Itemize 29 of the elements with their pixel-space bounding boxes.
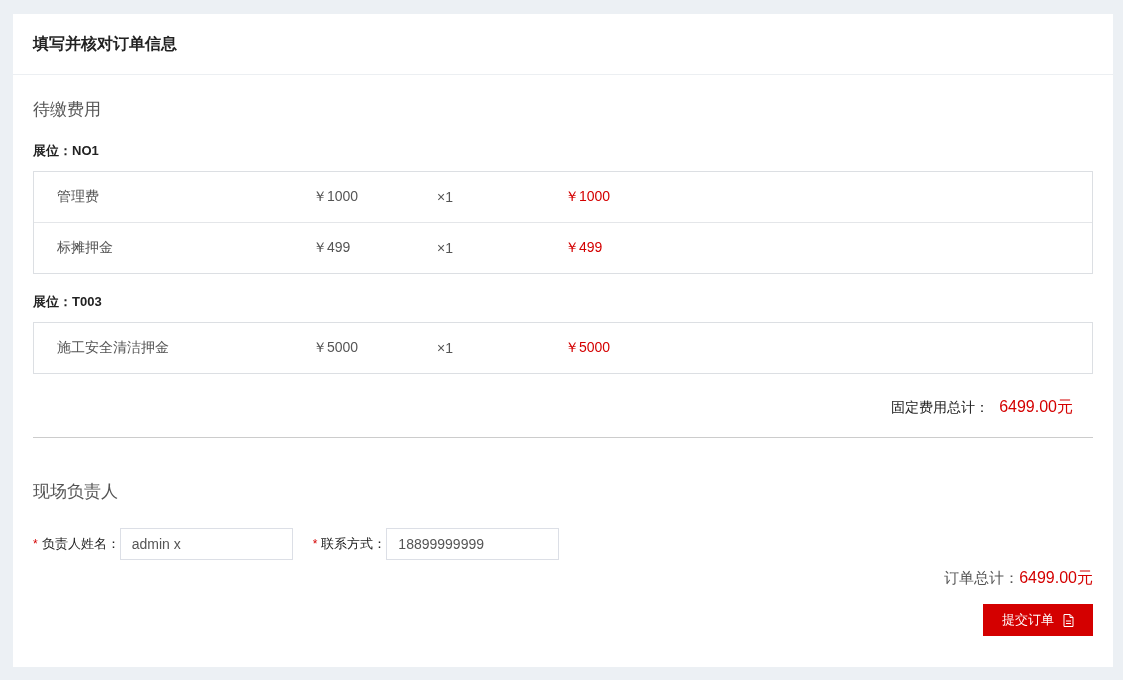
field-label: 联系方式： xyxy=(321,535,387,553)
fee-name: 管理费 xyxy=(57,188,100,206)
fee-price: ￥5000 xyxy=(313,339,360,357)
fee-quantity: ×1 xyxy=(437,189,454,205)
section-title: 现场负责人 xyxy=(33,481,119,503)
total-value: 6499.00元 xyxy=(999,397,1073,417)
required-mark: * xyxy=(312,537,318,551)
fee-name: 施工安全清洁押金 xyxy=(57,339,170,357)
fee-subtotal: ￥5000 xyxy=(565,339,611,357)
page-title: 填写并核对订单信息 xyxy=(33,33,177,54)
booth-label: 展位：T003 xyxy=(33,293,103,311)
order-total-label: 订单总计： xyxy=(944,568,1020,588)
total-label: 固定费用总计： xyxy=(891,398,990,417)
fee-quantity: ×1 xyxy=(437,340,454,356)
input-field[interactable]: admin x xyxy=(119,528,293,560)
section-title: 待缴费用 xyxy=(33,99,102,121)
required-mark: * xyxy=(33,537,38,551)
booth-label: 展位：NO1 xyxy=(33,142,100,160)
fee-price: ￥1000 xyxy=(313,188,360,206)
fee-name: 标摊押金 xyxy=(57,239,114,257)
field-label: 负责人姓名： xyxy=(41,535,120,553)
fee-subtotal: ￥499 xyxy=(565,239,603,257)
submit-button[interactable]: 提交订单 xyxy=(983,604,1093,636)
input-field[interactable]: 18899999999 xyxy=(386,528,560,560)
fee-quantity: ×1 xyxy=(437,240,454,256)
document-icon xyxy=(1063,613,1074,627)
fee-price: ￥499 xyxy=(313,239,352,257)
order-total-value: 6499.00元 xyxy=(1019,568,1093,588)
fee-subtotal: ￥1000 xyxy=(565,188,611,206)
